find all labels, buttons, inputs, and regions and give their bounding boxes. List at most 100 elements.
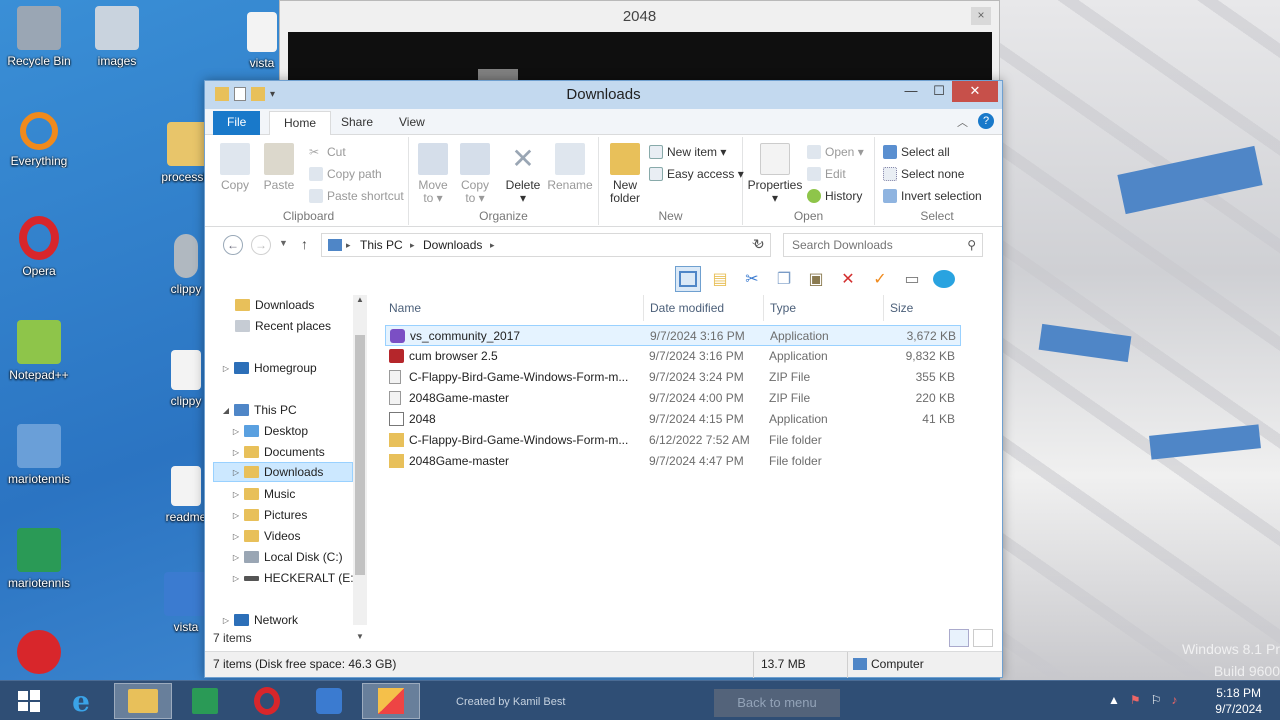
select-all-button[interactable]: Select all <box>883 145 950 159</box>
action-center-icon[interactable]: ⚐ <box>1151 693 1162 707</box>
open-button[interactable]: Open ▾ <box>807 145 864 159</box>
nav-item-heckeralt[interactable]: ▷ HECKERALT (E:) <box>231 568 371 588</box>
file-row[interactable]: cum browser 2.5 9/7/2024 3:16 PM Applica… <box>385 346 961 367</box>
nav-item-homegroup[interactable]: ▷ Homegroup <box>221 358 361 378</box>
properties-button[interactable]: Properties ▾ <box>747 143 803 205</box>
scrollbar-thumb[interactable] <box>355 335 365 575</box>
details-view-icon[interactable] <box>949 629 969 647</box>
expand-arrow-icon[interactable]: ▷ <box>221 616 231 625</box>
collapse-arrow-icon[interactable]: ◢ <box>221 406 231 415</box>
volume-muted-icon[interactable]: ♪ <box>1171 693 1177 707</box>
tab-view[interactable]: View <box>385 111 439 135</box>
layout-pane-icon[interactable] <box>675 266 701 292</box>
copy-toolbar-icon[interactable]: ❐ <box>771 266 797 292</box>
refresh-icon[interactable]: ↻ <box>753 236 765 253</box>
history-button[interactable]: History <box>807 189 862 203</box>
file-row[interactable]: 2048 9/7/2024 4:15 PM Application 41 KB <box>385 409 961 430</box>
tab-share[interactable]: Share <box>327 111 387 135</box>
nav-item-pictures[interactable]: ▷ Pictures <box>231 505 371 525</box>
show-hidden-icons-icon[interactable]: ▲ <box>1108 693 1120 707</box>
breadcrumb-this-pc[interactable]: This PC <box>360 238 403 252</box>
file-row[interactable]: C-Flappy-Bird-Game-Windows-Form-m... 9/7… <box>385 367 961 388</box>
file-row[interactable]: 2048Game-master 9/7/2024 4:47 PM File fo… <box>385 451 961 472</box>
expand-arrow-icon[interactable]: ▷ <box>231 427 241 436</box>
nav-item-music[interactable]: ▷ Music <box>231 484 371 504</box>
start-button[interactable] <box>0 683 58 719</box>
taskbar-opera[interactable] <box>238 683 296 719</box>
desktop-icon-mariotennis[interactable]: mariotennis <box>0 424 78 486</box>
new-item-button[interactable]: New item ▾ <box>649 145 726 159</box>
help-icon[interactable]: ? <box>978 113 994 129</box>
edit-button[interactable]: Edit <box>807 167 846 181</box>
minimize-button[interactable]: — <box>898 81 924 102</box>
nav-item-documents[interactable]: ▷ Documents <box>231 442 371 462</box>
copy-to-button[interactable]: Copy to ▾ <box>457 143 493 205</box>
nav-item-this-pc[interactable]: ◢ This PC <box>221 400 361 420</box>
rename-toolbar-icon[interactable]: ▭ <box>899 266 925 292</box>
system-clock[interactable]: 5:18 PM 9/7/2024 <box>1215 685 1262 717</box>
desktop-icon-mario[interactable] <box>0 630 78 678</box>
taskbar-internet-explorer[interactable]: e <box>52 683 110 719</box>
address-box[interactable]: ▸ This PC ▸ Downloads ▸ ﹀ <box>321 233 771 257</box>
paste-button[interactable]: Paste <box>261 143 297 192</box>
explorer-window[interactable]: ▾ Downloads — ☐ ✕ File Home Share View ︿… <box>204 80 1003 678</box>
expand-arrow-icon[interactable]: ▷ <box>231 574 241 583</box>
column-header-size[interactable]: Size <box>890 301 913 315</box>
nav-item-videos[interactable]: ▷ Videos <box>231 526 371 546</box>
desktop-icon-recycle-bin[interactable]: Recycle Bin <box>0 6 78 68</box>
game-2048-canvas[interactable] <box>288 32 992 86</box>
delete-button[interactable]: ✕ Delete ▾ <box>503 143 543 205</box>
paste-shortcut-button[interactable]: Paste shortcut <box>309 189 404 203</box>
invert-selection-button[interactable]: Invert selection <box>883 189 982 203</box>
file-row[interactable]: C-Flappy-Bird-Game-Windows-Form-m... 6/1… <box>385 430 961 451</box>
cut-button[interactable]: ✂ Cut <box>309 145 346 159</box>
file-row[interactable]: vs_community_2017 9/7/2024 3:16 PM Appli… <box>385 325 961 346</box>
desktop-icon-mariotennis-2[interactable]: mariotennis <box>0 528 78 590</box>
nav-item-desktop[interactable]: ▷ Desktop <box>231 421 371 441</box>
cut-toolbar-icon[interactable]: ✂ <box>739 266 765 292</box>
breadcrumb-downloads[interactable]: Downloads <box>423 238 482 252</box>
expand-arrow-icon[interactable]: ▷ <box>231 553 241 562</box>
back-to-menu-button[interactable]: Back to menu <box>714 689 840 717</box>
expand-arrow-icon[interactable]: ▷ <box>231 468 241 477</box>
column-header-date[interactable]: Date modified <box>650 301 724 315</box>
scroll-up-arrow-icon[interactable]: ▲ <box>353 295 367 304</box>
maximize-button[interactable]: ☐ <box>926 81 952 102</box>
taskbar-file-explorer[interactable] <box>114 683 172 719</box>
desktop-icon-opera[interactable]: Opera <box>0 216 78 278</box>
expand-arrow-icon[interactable]: ▷ <box>231 490 241 499</box>
collapse-ribbon-icon[interactable]: ︿ <box>957 114 968 130</box>
desktop-icon-images[interactable]: images <box>78 6 156 68</box>
move-to-button[interactable]: Move to ▾ <box>415 143 451 205</box>
column-header-type[interactable]: Type <box>770 301 796 315</box>
large-icons-view-icon[interactable] <box>973 629 993 647</box>
desktop-icon-everything[interactable]: Everything <box>0 112 78 168</box>
taskbar-windows-app[interactable] <box>300 683 358 719</box>
desktop-icon-notepad-plus-plus[interactable]: Notepad++ <box>0 320 78 382</box>
new-folder-button[interactable]: New folder <box>603 143 647 205</box>
up-arrow-icon[interactable]: ↑ <box>301 236 308 252</box>
nav-pane-scrollbar[interactable]: ▲ ▼ <box>353 295 367 641</box>
expand-arrow-icon[interactable]: ▷ <box>231 511 241 520</box>
nav-item-local-disk[interactable]: ▷ Local Disk (C:) <box>231 547 371 567</box>
nav-item-network[interactable]: ▷ Network <box>221 610 361 630</box>
window-2048-close-button[interactable]: × <box>971 7 991 25</box>
delete-toolbar-icon[interactable]: ✕ <box>835 266 861 292</box>
folder-options-icon[interactable]: ▤ <box>707 266 733 292</box>
expand-arrow-icon[interactable]: ▷ <box>231 448 241 457</box>
rename-button[interactable]: Rename <box>547 143 593 192</box>
close-button[interactable]: ✕ <box>952 81 998 102</box>
check-toolbar-icon[interactable]: ✓ <box>867 266 893 292</box>
nav-item-downloads[interactable]: ▷ Downloads <box>213 462 353 482</box>
network-error-icon[interactable]: ⚑ <box>1130 693 1141 707</box>
tab-file[interactable]: File <box>213 111 261 135</box>
chat-toolbar-icon[interactable] <box>931 266 957 292</box>
scroll-down-arrow-icon[interactable]: ▼ <box>353 632 367 641</box>
search-input[interactable] <box>784 234 954 256</box>
select-none-button[interactable]: Select none <box>883 167 964 181</box>
recent-locations-chevron-icon[interactable]: ▼ <box>279 238 288 248</box>
taskbar-store[interactable] <box>176 683 234 719</box>
column-header-name[interactable]: Name <box>389 301 421 315</box>
window-2048[interactable]: 2048 × <box>279 0 1000 86</box>
easy-access-button[interactable]: Easy access ▾ <box>649 167 744 181</box>
